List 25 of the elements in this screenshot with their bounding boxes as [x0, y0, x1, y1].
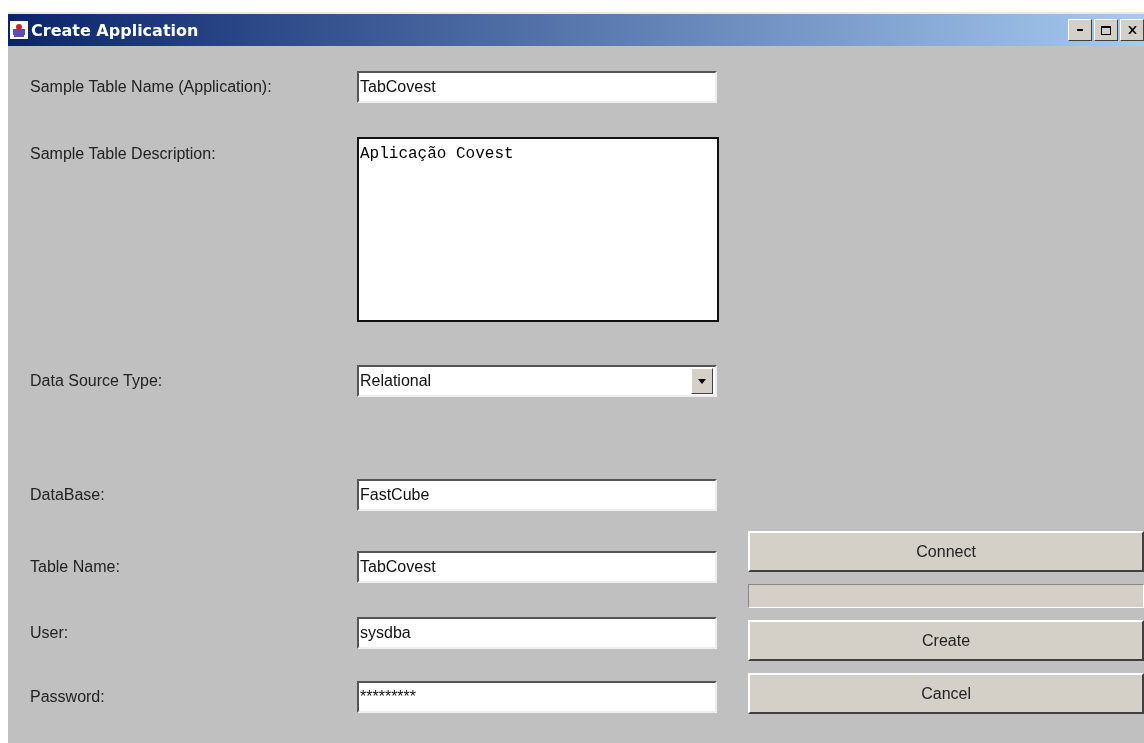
text-field[interactable]: FastCube [357, 479, 717, 511]
minimize-icon [1077, 29, 1083, 31]
field-label: Table Name: [30, 558, 121, 576]
text-field[interactable]: TabCovest [357, 71, 717, 103]
close-button[interactable] [1120, 19, 1144, 41]
connect-button[interactable]: Connect [748, 531, 1144, 572]
field-label: Password: [30, 688, 106, 706]
maximize-icon [1101, 25, 1111, 35]
field-label: User: [30, 624, 70, 642]
text-field[interactable]: TabCovest [357, 551, 717, 583]
close-icon [1127, 26, 1137, 34]
app-icon [10, 21, 28, 39]
field-label: DataBase: [30, 486, 106, 504]
field-label: Data Source Type: [30, 372, 164, 390]
field-label: Sample Table Name (Application): [30, 78, 273, 96]
minimize-button[interactable] [1068, 19, 1092, 41]
description-textarea[interactable]: Aplicação Covest [357, 137, 719, 322]
window-title: Create Application [31, 20, 199, 40]
maximize-button[interactable] [1094, 19, 1118, 41]
dialog-button[interactable]: Cancel [748, 673, 1144, 714]
dialog-button[interactable]: Create [748, 620, 1144, 661]
text-field[interactable]: ********* [357, 681, 717, 713]
data-source-dropdown[interactable]: Relational [357, 365, 717, 397]
text-field[interactable]: sysdba [357, 617, 717, 649]
field-label: Sample Table Description: [30, 145, 217, 163]
